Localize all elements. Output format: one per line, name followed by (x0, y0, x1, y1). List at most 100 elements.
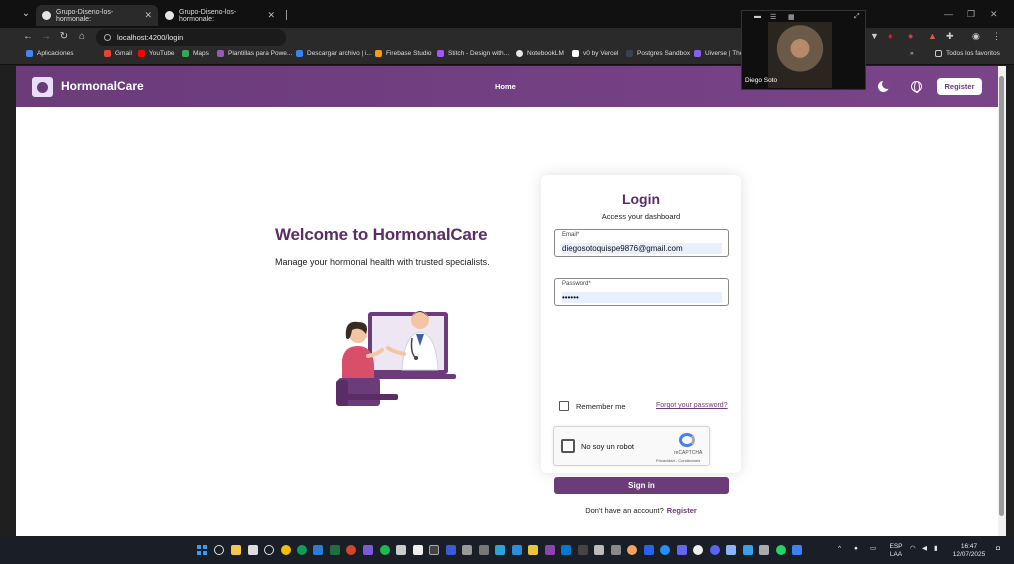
bookmark-item[interactable]: Postgres Sandbox (626, 50, 690, 57)
browser-tab[interactable]: Grupo-Diseno-los-hormonale: ✕ (36, 5, 158, 26)
taskbar-app-icon[interactable] (792, 545, 802, 555)
remember-me-label[interactable]: Remember me (576, 402, 626, 411)
back-icon[interactable]: ← (22, 31, 34, 43)
bookmark-item[interactable]: Maps (182, 50, 209, 57)
extension-icon[interactable]: ● (908, 31, 913, 41)
browser-tab[interactable]: Grupo-Diseno-los-hormonale: ✕ (159, 5, 281, 26)
chrome-icon[interactable] (281, 545, 291, 555)
bookmark-item[interactable]: Stitch - Design with... (437, 50, 509, 57)
word-icon[interactable] (313, 545, 323, 555)
taskbar-app-icon[interactable] (495, 545, 505, 555)
list-icon[interactable]: ☰ (770, 13, 776, 21)
taskbar-app-icon[interactable] (693, 545, 703, 555)
home-icon[interactable]: ⌂ (76, 31, 88, 43)
recaptcha-checkbox[interactable] (561, 439, 575, 453)
email-input[interactable]: diegosotoquispe9876@gmail.com (562, 243, 722, 254)
search-icon[interactable] (214, 545, 224, 555)
page-scrollbar[interactable] (998, 66, 1006, 536)
language-globe-icon[interactable] (911, 81, 922, 93)
wifi-icon[interactable]: ◠ (910, 545, 916, 553)
nav-home-link[interactable]: Home (495, 82, 516, 91)
taskbar-app-icon[interactable] (594, 545, 604, 555)
microphone-icon[interactable]: ● (854, 545, 858, 553)
taskbar-app-icon[interactable] (363, 545, 373, 555)
bookmark-item[interactable]: NotebookLM (516, 50, 564, 57)
windows-start-icon[interactable] (197, 545, 207, 555)
password-input[interactable]: •••••• (562, 292, 722, 303)
keyboard-icon[interactable]: ▭ (870, 545, 876, 553)
close-icon[interactable]: ✕ (267, 10, 275, 21)
taskbar-app-icon[interactable] (759, 545, 769, 555)
bookmark-item[interactable]: Gmail (104, 50, 132, 57)
taskbar-app-icon[interactable] (248, 545, 258, 555)
bookmarks-overflow-icon[interactable]: » (910, 50, 914, 57)
all-bookmarks[interactable]: Todos los favoritos (935, 50, 1000, 57)
site-info-icon[interactable] (104, 34, 111, 41)
taskbar-app-icon[interactable] (528, 545, 538, 555)
extension-icon[interactable]: ▲ (928, 31, 937, 41)
forgot-password-link[interactable]: Forgot your password? (656, 402, 728, 409)
extension-icon[interactable]: ♦ (888, 31, 893, 41)
taskbar-app-icon[interactable] (264, 545, 274, 555)
file-explorer-icon[interactable] (231, 545, 241, 555)
logo-icon[interactable] (32, 77, 53, 97)
profile-icon[interactable]: ◉ (972, 31, 980, 42)
taskbar-app-icon[interactable] (578, 545, 588, 555)
expand-icon[interactable]: ⤢ (854, 13, 860, 21)
taskbar-app-icon[interactable] (660, 545, 670, 555)
scroll-thumb[interactable] (999, 76, 1004, 516)
battery-icon[interactable]: ▮ (934, 545, 938, 553)
bookmark-item[interactable]: v0 by Vercel (572, 50, 618, 57)
close-icon[interactable]: ✕ (144, 10, 152, 21)
bookmark-item[interactable]: Uiverse | The l (694, 50, 747, 57)
language-indicator[interactable]: ESP LAA (888, 543, 904, 559)
password-field[interactable]: Password* •••••• (554, 278, 729, 306)
grid-icon[interactable]: ▦ (788, 13, 795, 21)
show-hidden-icons-icon[interactable]: ^ (838, 545, 841, 553)
close-window-icon[interactable]: ✕ (990, 9, 998, 20)
bookmark-item[interactable]: YouTube (138, 50, 175, 57)
notifications-icon[interactable]: ◘ (996, 545, 1000, 553)
address-bar[interactable]: localhost:4200/login (96, 29, 286, 46)
email-field[interactable]: Email* diegosotoquispe9876@gmail.com (554, 229, 729, 257)
edge-icon[interactable] (297, 545, 307, 555)
vscode-icon[interactable] (561, 545, 571, 555)
discord-icon[interactable] (710, 545, 720, 555)
taskbar-app-icon[interactable] (677, 545, 687, 555)
taskbar-app-icon[interactable] (726, 545, 736, 555)
taskbar-app-icon[interactable] (512, 545, 522, 555)
recaptcha-links[interactable]: Privacidad - Condiciones (656, 458, 700, 463)
register-button[interactable]: Register (937, 78, 982, 95)
bookmark-item[interactable]: Aplicaciones (26, 50, 74, 57)
volume-icon[interactable]: ◀ (922, 545, 927, 553)
bookmark-item[interactable]: Firebase Studio (375, 50, 432, 57)
reload-icon[interactable]: ↻ (58, 31, 70, 43)
remember-me-checkbox[interactable] (559, 401, 569, 411)
taskbar-app-icon[interactable] (545, 545, 555, 555)
minimize-icon[interactable]: ▬ (754, 13, 761, 20)
minimize-icon[interactable]: — (944, 9, 953, 19)
extension-icon[interactable]: ▼ (870, 31, 879, 41)
webcam-overlay[interactable]: ▬ ☰ ▦ ⤢ Diego Soto (741, 10, 866, 90)
excel-icon[interactable] (330, 545, 340, 555)
bookmark-item[interactable]: Descargar archivo | i... (296, 50, 372, 57)
taskbar-app-icon[interactable] (627, 545, 637, 555)
spotify-icon[interactable] (380, 545, 390, 555)
register-link[interactable]: Register (667, 506, 697, 515)
extensions-puzzle-icon[interactable]: ✚ (946, 31, 954, 42)
maximize-icon[interactable]: ❐ (967, 9, 975, 20)
brand-name[interactable]: HormonalCare (61, 79, 144, 93)
powerpoint-icon[interactable] (346, 545, 356, 555)
taskbar-app-icon[interactable] (479, 545, 489, 555)
bookmark-item[interactable]: Plantillas para Powe... (217, 50, 292, 57)
whatsapp-icon[interactable] (776, 545, 786, 555)
dark-mode-icon[interactable] (878, 79, 892, 92)
taskbar-app-icon[interactable] (462, 545, 472, 555)
taskbar-app-icon[interactable] (644, 545, 654, 555)
forward-icon[interactable]: → (40, 31, 52, 43)
terminal-icon[interactable] (429, 545, 439, 555)
sign-in-button[interactable]: Sign in (554, 477, 729, 494)
menu-icon[interactable]: ⋮ (992, 31, 1001, 42)
taskbar-app-icon[interactable] (743, 545, 753, 555)
taskbar-app-icon[interactable] (446, 545, 456, 555)
